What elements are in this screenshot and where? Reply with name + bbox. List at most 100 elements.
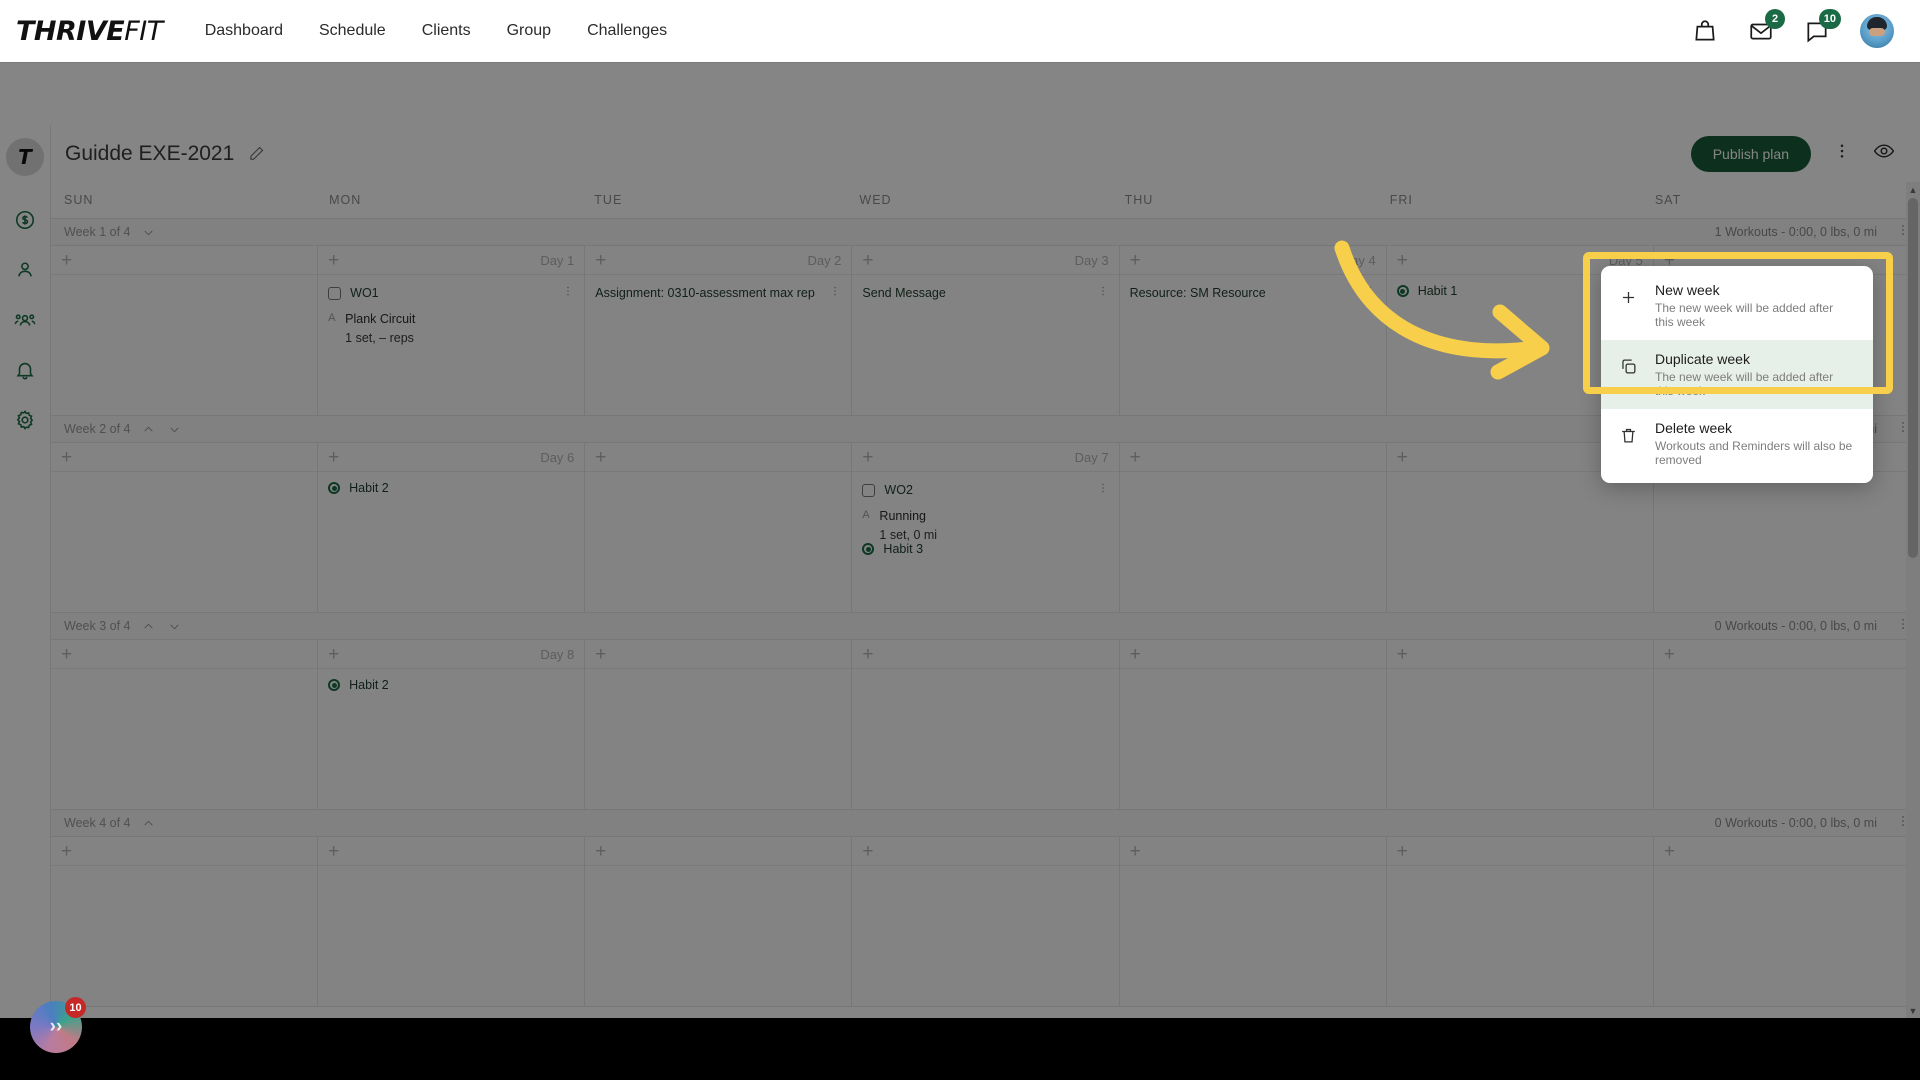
day-cell-body <box>1120 472 1386 612</box>
item-more-options-icon[interactable] <box>1364 284 1376 302</box>
add-item-icon[interactable]: + <box>1130 448 1141 467</box>
chevron-down-icon[interactable] <box>167 619 182 634</box>
workout-checkbox[interactable] <box>328 286 342 300</box>
add-item-icon[interactable]: + <box>862 251 873 270</box>
preview-eye-icon[interactable] <box>1873 140 1895 167</box>
context-menu-item-delete-week[interactable]: Delete week Workouts and Reminders will a… <box>1601 409 1873 478</box>
task-item[interactable]: Send Message <box>862 284 1108 302</box>
context-menu-item-duplicate-week[interactable]: Duplicate week The new week will be added… <box>1601 340 1873 409</box>
add-item-icon[interactable]: + <box>328 448 339 467</box>
day-cell-header: + <box>1119 837 1386 866</box>
add-item-icon[interactable]: + <box>1130 251 1141 270</box>
day-cell-header: + Day 2 <box>585 246 852 275</box>
add-item-icon[interactable]: + <box>61 251 72 270</box>
nav-link-challenges[interactable]: Challenges <box>587 22 667 40</box>
add-item-icon[interactable]: + <box>595 645 606 664</box>
context-menu-item-new-week[interactable]: New week The new week will be added after… <box>1601 271 1873 340</box>
day-cell-body <box>1387 472 1653 612</box>
add-item-icon[interactable]: + <box>862 645 873 664</box>
floating-assistant-widget[interactable]: ›› 10 <box>30 997 86 1053</box>
week-summary: 1 Workouts - 0:00, 0 lbs, 0 mi <box>1714 225 1877 239</box>
day-cell-header: + <box>1386 837 1653 866</box>
workout-item[interactable]: WO1 <box>328 284 574 302</box>
add-item-icon[interactable]: + <box>61 842 72 861</box>
weekday-header-row: SUN MON TUE WED THU FRI SAT <box>51 182 1920 218</box>
add-item-icon[interactable]: + <box>1664 842 1675 861</box>
scrollbar-thumb[interactable] <box>1908 198 1918 558</box>
add-item-icon[interactable]: + <box>1397 842 1408 861</box>
exercise-row: A Running <box>862 509 1108 523</box>
chevron-up-icon[interactable] <box>141 816 156 831</box>
day-cell: + <box>1119 443 1387 613</box>
add-item-icon[interactable]: + <box>328 645 339 664</box>
bell-icon[interactable] <box>7 352 43 388</box>
user-avatar[interactable] <box>1860 14 1894 48</box>
chevron-up-icon[interactable] <box>141 619 156 634</box>
add-item-icon[interactable]: + <box>1397 251 1408 270</box>
chevron-up-icon[interactable] <box>141 422 156 437</box>
weekday-header-wed: WED <box>859 193 892 207</box>
chevron-down-icon[interactable] <box>141 225 156 240</box>
item-more-options-icon[interactable] <box>829 284 841 302</box>
bag-icon[interactable] <box>1692 18 1718 44</box>
scroll-up-arrow[interactable]: ▲ <box>1906 182 1920 197</box>
nav-link-clients[interactable]: Clients <box>422 22 471 40</box>
add-item-icon[interactable]: + <box>328 842 339 861</box>
publish-plan-button[interactable]: Publish plan <box>1690 135 1811 172</box>
add-item-icon[interactable]: + <box>328 251 339 270</box>
day-cell: + <box>51 246 319 416</box>
chevron-down-icon[interactable] <box>167 422 182 437</box>
workspace-logo[interactable]: T <box>6 138 44 176</box>
day-cell-body <box>318 866 584 1006</box>
workout-checkbox[interactable] <box>862 483 876 497</box>
mail-icon[interactable]: 2 <box>1748 9 1785 44</box>
habit-target-icon <box>328 482 341 494</box>
item-more-options-icon[interactable] <box>1097 481 1109 499</box>
person-icon[interactable] <box>7 252 43 288</box>
add-item-icon[interactable]: + <box>595 842 606 861</box>
context-menu-item-subtitle: Workouts and Reminders will also be remo… <box>1655 439 1853 467</box>
day-cell-body <box>51 472 317 612</box>
add-item-icon[interactable]: + <box>61 645 72 664</box>
scroll-down-arrow[interactable]: ▼ <box>1906 1003 1920 1018</box>
item-more-options-icon[interactable] <box>1097 284 1109 302</box>
add-item-icon[interactable]: + <box>595 251 606 270</box>
habit-item[interactable]: Habit 2 <box>328 481 574 495</box>
add-item-icon[interactable]: + <box>862 448 873 467</box>
nav-link-group[interactable]: Group <box>507 22 551 40</box>
gear-icon[interactable] <box>7 402 43 438</box>
habit-item[interactable]: Habit 2 <box>328 678 574 692</box>
item-more-options-icon[interactable] <box>562 284 574 302</box>
day-cell: + <box>585 640 853 810</box>
add-item-icon[interactable]: + <box>1397 645 1408 664</box>
vertical-scrollbar[interactable]: ▲ ▼ <box>1906 182 1920 1018</box>
chat-icon[interactable]: 10 <box>1804 9 1841 44</box>
nav-link-schedule[interactable]: Schedule <box>319 22 386 40</box>
nav-link-dashboard[interactable]: Dashboard <box>205 22 283 40</box>
day-number-label: Day 3 <box>1074 252 1109 268</box>
habit-item[interactable]: Habit 3 <box>862 542 1108 556</box>
exercise-group-tag: A <box>862 509 870 521</box>
add-item-icon[interactable]: + <box>1664 645 1675 664</box>
day-cell-body: Send Message <box>852 275 1118 415</box>
add-item-icon[interactable]: + <box>1130 645 1141 664</box>
top-navigation-bar: THRIVEFIT Dashboard Schedule Clients Gro… <box>0 0 1920 63</box>
task-item[interactable]: Assignment: 0310-assessment max rep <box>595 284 841 302</box>
plan-more-options-icon[interactable] <box>1833 142 1851 165</box>
plan-header-actions: Publish plan <box>1690 135 1920 172</box>
edit-pencil-icon[interactable] <box>248 145 265 162</box>
day-cell-body <box>852 866 1118 1006</box>
task-item[interactable]: Resource: SM Resource <box>1130 284 1376 302</box>
add-item-icon[interactable]: + <box>595 448 606 467</box>
group-icon[interactable] <box>7 302 43 338</box>
nav-right-actions: 2 10 <box>1692 9 1920 48</box>
billing-icon[interactable] <box>7 202 43 238</box>
week-context-menu: New week The new week will be added after… <box>1601 266 1873 483</box>
add-item-icon[interactable]: + <box>1130 842 1141 861</box>
add-item-icon[interactable]: + <box>862 842 873 861</box>
add-item-icon[interactable]: + <box>1397 448 1408 467</box>
day-cell: + <box>1653 640 1920 810</box>
app-logo[interactable]: THRIVEFIT <box>16 16 163 47</box>
add-item-icon[interactable]: + <box>61 448 72 467</box>
workout-item[interactable]: WO2 <box>862 481 1108 499</box>
